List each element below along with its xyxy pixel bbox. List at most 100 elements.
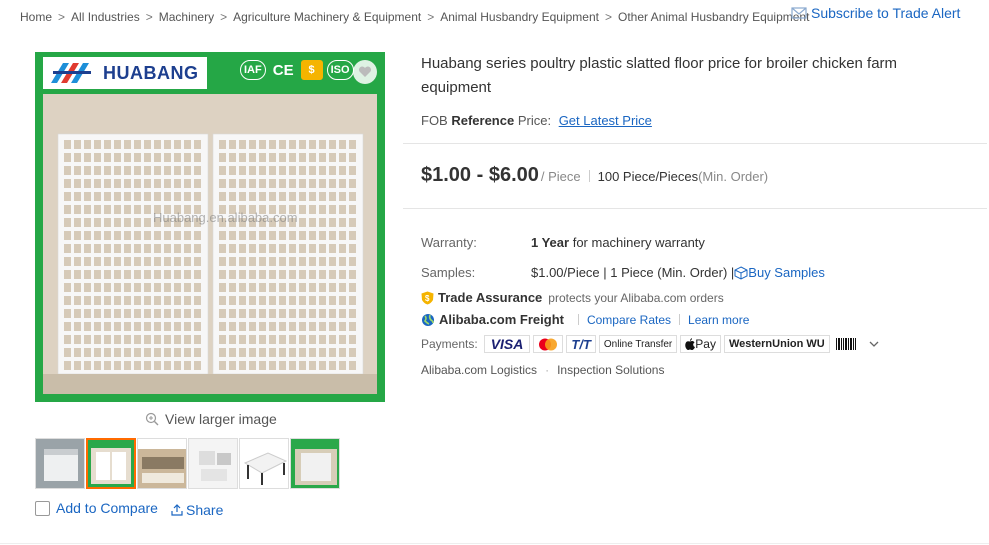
breadcrumb-machinery[interactable]: Machinery [159, 10, 214, 24]
breadcrumb-separator: > [220, 10, 228, 24]
samples-row: Samples: $1.00/Piece | 1 Piece (Min. Ord… [421, 265, 825, 280]
dollar-badge: $ [300, 60, 323, 80]
main-product-image[interactable]: HUABANG IAF CE $ ISO Huabang.en.alibaba.… [35, 52, 385, 402]
samples-label: Samples: [421, 265, 476, 280]
divider [403, 208, 987, 209]
price-unit: / Piece [540, 169, 581, 184]
trade-assurance-title[interactable]: Trade Assurance [438, 290, 542, 305]
get-latest-price-link[interactable]: Get Latest Price [559, 113, 652, 128]
samples-value: $1.00/Piece | 1 Piece (Min. Order) | [531, 265, 735, 280]
breadcrumb-separator: > [604, 10, 612, 24]
add-to-compare[interactable]: Add to Compare [35, 500, 158, 516]
buy-samples-label: Buy Samples [748, 265, 825, 280]
subscribe-label: Subscribe to Trade Alert [811, 5, 961, 21]
apple-pay-label: Pay [695, 337, 716, 351]
breadcrumb-separator: > [58, 10, 66, 24]
price-separator [588, 169, 590, 182]
breadcrumb-home[interactable]: Home [20, 10, 52, 24]
apple-pay-logo: Pay [680, 335, 721, 353]
dot-separator: · [545, 363, 550, 377]
freight-title[interactable]: Alibaba.com Freight [439, 312, 564, 327]
share-label: Share [186, 502, 224, 518]
freight-row: Alibaba.com Freight Compare Rates Learn … [421, 312, 749, 327]
min-order-quantity: 100 Piece/Pieces [597, 169, 699, 184]
payments-label: Payments: [421, 337, 478, 351]
huabang-logo-icon [51, 63, 91, 83]
mail-icon [791, 7, 807, 19]
price-row: $1.00 - $6.00 / Piece 100 Piece/Pieces (… [421, 164, 768, 187]
slatted-floor-illustration: Huabang.en.alibaba.com [43, 94, 377, 394]
visa-logo: VISA [483, 335, 531, 353]
share-button[interactable]: Share [170, 502, 223, 518]
breadcrumb-agriculture[interactable]: Agriculture Machinery & Equipment [233, 10, 421, 24]
thumbnail-3[interactable] [137, 438, 187, 489]
warranty-label: Warranty: [421, 235, 477, 250]
thumbnail-1[interactable] [35, 438, 85, 489]
trade-assurance-row: $ Trade Assurance protects your Alibaba.… [421, 290, 724, 305]
certification-badges: IAF CE $ ISO [240, 60, 354, 80]
warranty-desc: for machinery warranty [569, 235, 705, 250]
view-larger-label: View larger image [165, 411, 277, 427]
inspection-solutions-link[interactable]: Inspection Solutions [557, 363, 664, 377]
share-icon [171, 504, 183, 516]
fob-reference: Reference [451, 113, 515, 128]
logistics-row: Alibaba.com Logistics · Inspection Solut… [421, 363, 664, 377]
mastercard-logo [533, 335, 564, 353]
warranty-value: 1 Year for machinery warranty [531, 235, 705, 250]
brand-logo: HUABANG [43, 57, 207, 89]
apple-icon [685, 338, 696, 350]
alibaba-logistics-link[interactable]: Alibaba.com Logistics [421, 363, 537, 377]
breadcrumb: Home > All Industries > Machinery > Agri… [20, 9, 809, 25]
watermark: Huabang.en.alibaba.com [153, 210, 298, 225]
bottom-divider [0, 543, 989, 544]
learn-more-link[interactable]: Learn more [688, 313, 749, 327]
subscribe-trade-alert-link[interactable]: Subscribe to Trade Alert [791, 5, 960, 21]
view-larger-image-link[interactable]: View larger image [145, 411, 277, 427]
western-union-logo: WesternUnion WU [723, 335, 830, 353]
svg-text:$: $ [425, 294, 430, 303]
price-range: $1.00 - $6.00 [421, 164, 539, 186]
fob-prefix: FOB [421, 113, 452, 128]
brand-name: HUABANG [103, 62, 199, 83]
trade-assurance-icon: $ [421, 291, 434, 304]
chevron-down-icon[interactable] [868, 338, 880, 350]
thumbnail-4[interactable] [188, 438, 238, 489]
separator [577, 314, 579, 325]
trade-assurance-desc: protects your Alibaba.com orders [548, 290, 724, 305]
thumbnail-6[interactable] [290, 438, 340, 489]
warranty-row: Warranty: 1 Year for machinery warranty [421, 235, 705, 250]
separator [679, 314, 681, 325]
compare-checkbox[interactable] [35, 500, 50, 516]
iaf-badge: IAF [240, 60, 266, 80]
buy-samples-link[interactable]: Buy Samples [734, 265, 825, 280]
breadcrumb-other-animal[interactable]: Other Animal Husbandry Equipment [618, 10, 809, 24]
thumbnail-2[interactable] [86, 438, 136, 489]
zoom-in-icon [145, 412, 159, 426]
tt-logo: T/T [566, 335, 596, 353]
ce-badge: CE [272, 61, 294, 79]
warranty-duration: 1 Year [531, 235, 570, 250]
cube-icon [734, 265, 748, 280]
thumbnail-strip [35, 438, 340, 489]
iso-badge: ISO [326, 60, 354, 80]
breadcrumb-all-industries[interactable]: All Industries [71, 10, 140, 24]
product-title: Huabang series poultry plastic slatted f… [421, 55, 898, 96]
divider [403, 143, 987, 144]
fob-suffix: Price: [514, 113, 552, 128]
payments-row: Payments: VISA T/T Online Transfer Pay W… [421, 335, 880, 353]
fob-reference-price: FOB Reference Price: Get Latest Price [421, 113, 652, 128]
thumbnail-5[interactable] [239, 438, 289, 489]
online-transfer-logo: Online Transfer [598, 335, 678, 353]
compare-rates-link[interactable]: Compare Rates [587, 313, 671, 327]
slatted-floor-photo: Huabang.en.alibaba.com [43, 94, 377, 394]
favorite-button[interactable] [353, 60, 377, 84]
globe-icon [422, 313, 434, 326]
breadcrumb-separator: > [145, 10, 153, 24]
boleto-logo [832, 335, 859, 353]
breadcrumb-separator: > [427, 10, 435, 24]
barcode-icon [835, 338, 856, 350]
add-to-compare-label: Add to Compare [56, 500, 158, 516]
heart-icon [358, 66, 372, 77]
breadcrumb-animal-husbandry[interactable]: Animal Husbandry Equipment [440, 10, 599, 24]
min-order-label: (Min. Order) [698, 169, 769, 184]
